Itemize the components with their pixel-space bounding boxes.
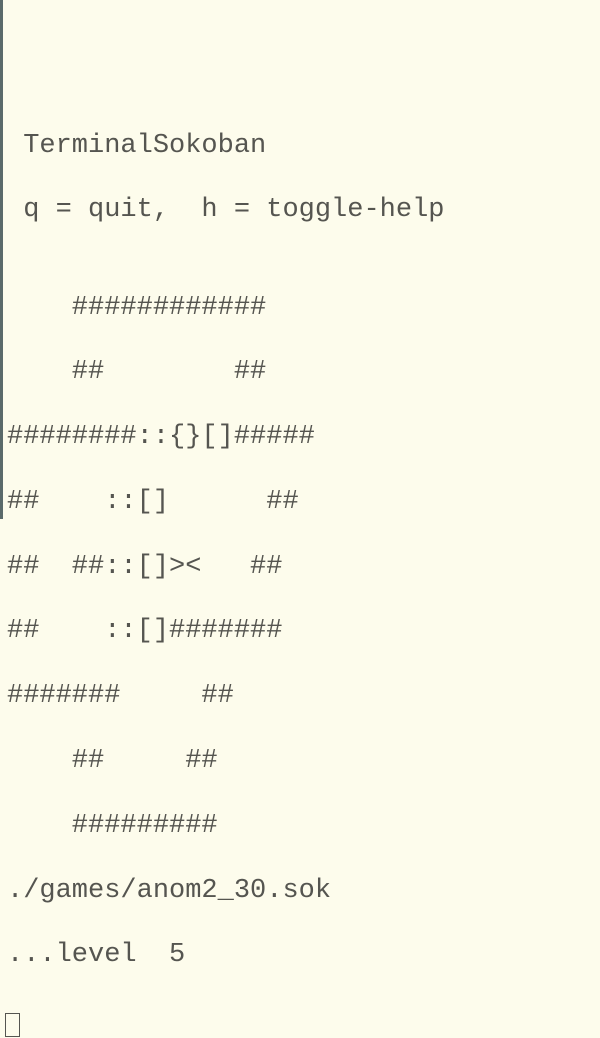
board-row: ## ##::[]>< ## [7, 551, 600, 583]
source-file-path: ./games/anom2_30.sok [7, 875, 600, 907]
level-number-label: ...level 5 [7, 939, 600, 971]
board-row: ############ [7, 292, 600, 324]
board-row: ## ::[] ## [7, 486, 600, 518]
board-row: ######### [7, 810, 600, 842]
help-hint: q = quit, h = toggle-help [7, 194, 600, 226]
app-title: TerminalSokoban [7, 130, 600, 162]
board-row: ## ::[]####### [7, 615, 600, 647]
board-row: ## ## [7, 356, 600, 388]
terminal-cursor [5, 1013, 20, 1037]
board-row: ########::{}[]##### [7, 421, 600, 453]
board-row: ####### ## [7, 680, 600, 712]
board-row: ## ## [7, 745, 600, 777]
